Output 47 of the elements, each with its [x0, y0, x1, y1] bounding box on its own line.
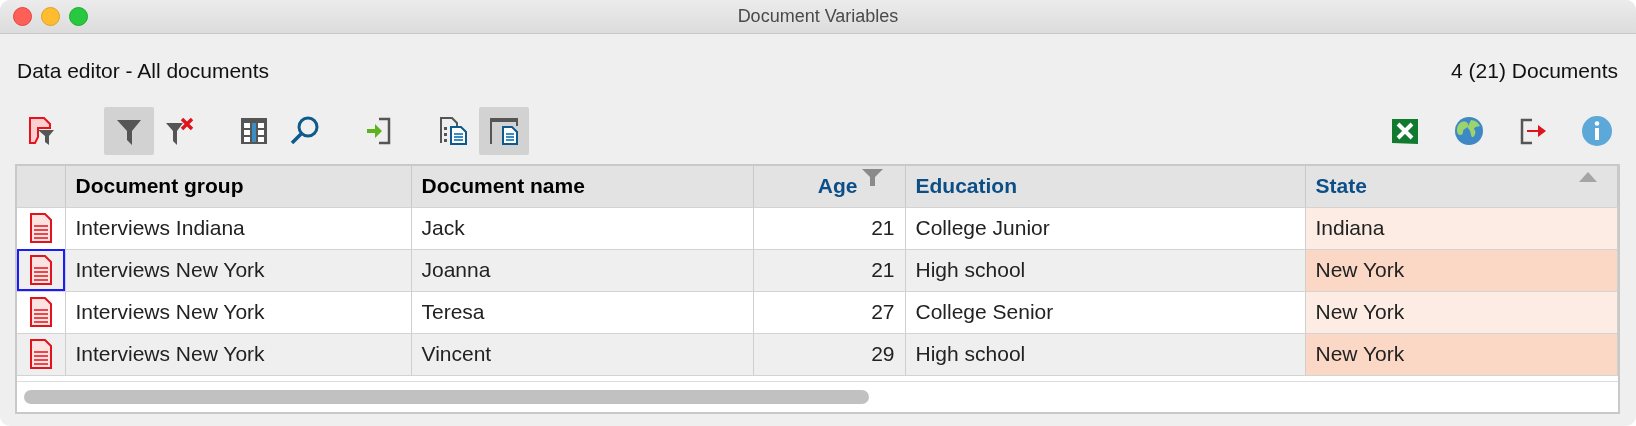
table-cell: 29	[753, 333, 905, 375]
scrollbar-thumb[interactable]	[24, 390, 869, 404]
document-panel-button[interactable]	[479, 107, 529, 155]
column-header[interactable]: Education	[905, 166, 1305, 207]
table-cell[interactable]	[17, 249, 65, 291]
table-cell[interactable]	[17, 333, 65, 375]
table-cell: New York	[1305, 333, 1618, 375]
document-count: 4 (21) Documents	[1451, 59, 1618, 83]
table-columns-icon	[238, 115, 270, 147]
table-cell: Teresa	[411, 291, 753, 333]
info-icon	[1581, 115, 1613, 147]
document-icon	[29, 255, 52, 285]
table-cell: Interviews New York	[65, 333, 411, 375]
table-cell: College Senior	[905, 291, 1305, 333]
table-cell: Interviews New York	[65, 291, 411, 333]
document-icon	[29, 297, 52, 327]
table-cell: Joanna	[411, 249, 753, 291]
close-button[interactable]	[13, 7, 32, 26]
table-cell[interactable]	[17, 207, 65, 249]
table-cell: Interviews New York	[65, 249, 411, 291]
editor-title: Data editor - All documents	[17, 59, 270, 83]
window-title: Document Variables	[737, 6, 899, 27]
filter-button[interactable]	[104, 107, 154, 155]
column-header[interactable]: Document group	[65, 166, 411, 207]
table-cell: 21	[753, 249, 905, 291]
table-cell[interactable]	[17, 291, 65, 333]
table-cell: 27	[753, 291, 905, 333]
search-icon	[289, 115, 321, 147]
table-cell: Jack	[411, 207, 753, 249]
table-cell: 21	[753, 207, 905, 249]
table-cell: College Junior	[905, 207, 1305, 249]
globe-icon	[1453, 115, 1485, 147]
table-cell: High school	[905, 249, 1305, 291]
table-cell: New York	[1305, 249, 1618, 291]
document-icon	[29, 339, 52, 369]
document-icon	[29, 213, 52, 243]
table-cell: Interviews Indiana	[65, 207, 411, 249]
table-cell: New York	[1305, 291, 1618, 333]
clear-filter-icon	[164, 115, 196, 147]
column-header[interactable]: Age	[753, 166, 905, 207]
table-cell: High school	[905, 333, 1305, 375]
document-panel-icon	[488, 115, 520, 147]
document-list-icon	[437, 115, 469, 147]
column-header[interactable]: Document name	[411, 166, 753, 207]
table-cell: Indiana	[1305, 207, 1618, 249]
column-header[interactable]: State	[1305, 166, 1618, 207]
table-cell: Vincent	[411, 333, 753, 375]
